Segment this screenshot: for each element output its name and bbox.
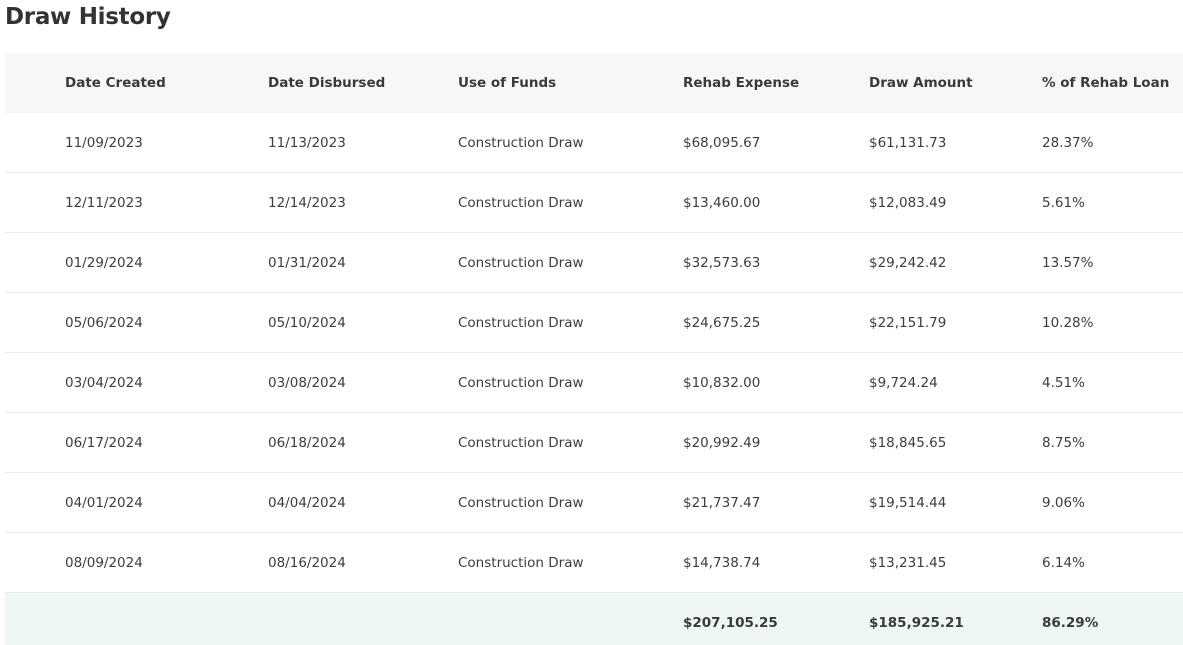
date-disbursed-cell: 03/08/2024 <box>268 375 346 391</box>
date-created-cell: 08/09/2024 <box>65 555 143 571</box>
date-created-cell: 11/09/2023 <box>65 135 143 151</box>
date-created-cell: 03/04/2024 <box>65 375 143 391</box>
percent-rehab-loan-cell: 13.57% <box>1042 255 1094 271</box>
draw-history-page: Draw History Date Created Date Disbursed… <box>0 0 1183 645</box>
table-row: 08/09/2024 08/16/2024 Construction Draw … <box>5 533 1183 593</box>
table-header-row: Date Created Date Disbursed Use of Funds… <box>5 53 1183 113</box>
rehab-expense-cell: $10,832.00 <box>683 375 761 391</box>
total-draw-amount: $185,925.21 <box>869 615 964 631</box>
rehab-expense-cell: $13,460.00 <box>683 195 761 211</box>
table-row: 11/09/2023 11/13/2023 Construction Draw … <box>5 113 1183 173</box>
draw-amount-cell: $13,231.45 <box>869 555 947 571</box>
rehab-expense-cell: $20,992.49 <box>683 435 761 451</box>
percent-rehab-loan-cell: 10.28% <box>1042 315 1094 331</box>
use-of-funds-cell: Construction Draw <box>458 375 584 391</box>
column-header-date-disbursed[interactable]: Date Disbursed <box>268 53 385 113</box>
percent-rehab-loan-cell: 4.51% <box>1042 375 1085 391</box>
draw-amount-cell: $61,131.73 <box>869 135 947 151</box>
use-of-funds-cell: Construction Draw <box>458 555 584 571</box>
column-header-percent-rehab-loan[interactable]: % of Rehab Loan <box>1042 53 1169 113</box>
use-of-funds-cell: Construction Draw <box>458 495 584 511</box>
column-header-use-of-funds[interactable]: Use of Funds <box>458 53 556 113</box>
total-rehab-expense: $207,105.25 <box>683 615 778 631</box>
draw-amount-cell: $22,151.79 <box>869 315 947 331</box>
rehab-expense-cell: $68,095.67 <box>683 135 761 151</box>
draw-amount-cell: $18,845.65 <box>869 435 947 451</box>
draw-history-table: Date Created Date Disbursed Use of Funds… <box>5 53 1183 645</box>
use-of-funds-cell: Construction Draw <box>458 255 584 271</box>
percent-rehab-loan-cell: 5.61% <box>1042 195 1085 211</box>
date-disbursed-cell: 11/13/2023 <box>268 135 346 151</box>
use-of-funds-cell: Construction Draw <box>458 195 584 211</box>
percent-rehab-loan-cell: 6.14% <box>1042 555 1085 571</box>
table-row: 03/04/2024 03/08/2024 Construction Draw … <box>5 353 1183 413</box>
rehab-expense-cell: $32,573.63 <box>683 255 761 271</box>
use-of-funds-cell: Construction Draw <box>458 135 584 151</box>
column-header-rehab-expense[interactable]: Rehab Expense <box>683 53 799 113</box>
date-disbursed-cell: 08/16/2024 <box>268 555 346 571</box>
total-percent-rehab-loan: 86.29% <box>1042 615 1099 631</box>
date-created-cell: 04/01/2024 <box>65 495 143 511</box>
table-row: 01/29/2024 01/31/2024 Construction Draw … <box>5 233 1183 293</box>
date-disbursed-cell: 04/04/2024 <box>268 495 346 511</box>
percent-rehab-loan-cell: 9.06% <box>1042 495 1085 511</box>
date-created-cell: 05/06/2024 <box>65 315 143 331</box>
use-of-funds-cell: Construction Draw <box>458 435 584 451</box>
use-of-funds-cell: Construction Draw <box>458 315 584 331</box>
percent-rehab-loan-cell: 28.37% <box>1042 135 1094 151</box>
date-created-cell: 12/11/2023 <box>65 195 143 211</box>
table-row: 04/01/2024 04/04/2024 Construction Draw … <box>5 473 1183 533</box>
draw-amount-cell: $19,514.44 <box>869 495 947 511</box>
table-totals-row: $207,105.25 $185,925.21 86.29% <box>5 593 1183 645</box>
rehab-expense-cell: $21,737.47 <box>683 495 761 511</box>
draw-amount-cell: $12,083.49 <box>869 195 947 211</box>
date-created-cell: 06/17/2024 <box>65 435 143 451</box>
date-disbursed-cell: 01/31/2024 <box>268 255 346 271</box>
table-row: 06/17/2024 06/18/2024 Construction Draw … <box>5 413 1183 473</box>
date-disbursed-cell: 05/10/2024 <box>268 315 346 331</box>
draw-amount-cell: $29,242.42 <box>869 255 947 271</box>
table-row: 05/06/2024 05/10/2024 Construction Draw … <box>5 293 1183 353</box>
rehab-expense-cell: $14,738.74 <box>683 555 761 571</box>
page-title: Draw History <box>5 4 171 30</box>
column-header-date-created[interactable]: Date Created <box>65 53 166 113</box>
percent-rehab-loan-cell: 8.75% <box>1042 435 1085 451</box>
date-disbursed-cell: 12/14/2023 <box>268 195 346 211</box>
date-created-cell: 01/29/2024 <box>65 255 143 271</box>
rehab-expense-cell: $24,675.25 <box>683 315 761 331</box>
column-header-draw-amount[interactable]: Draw Amount <box>869 53 973 113</box>
table-row: 12/11/2023 12/14/2023 Construction Draw … <box>5 173 1183 233</box>
date-disbursed-cell: 06/18/2024 <box>268 435 346 451</box>
draw-amount-cell: $9,724.24 <box>869 375 938 391</box>
